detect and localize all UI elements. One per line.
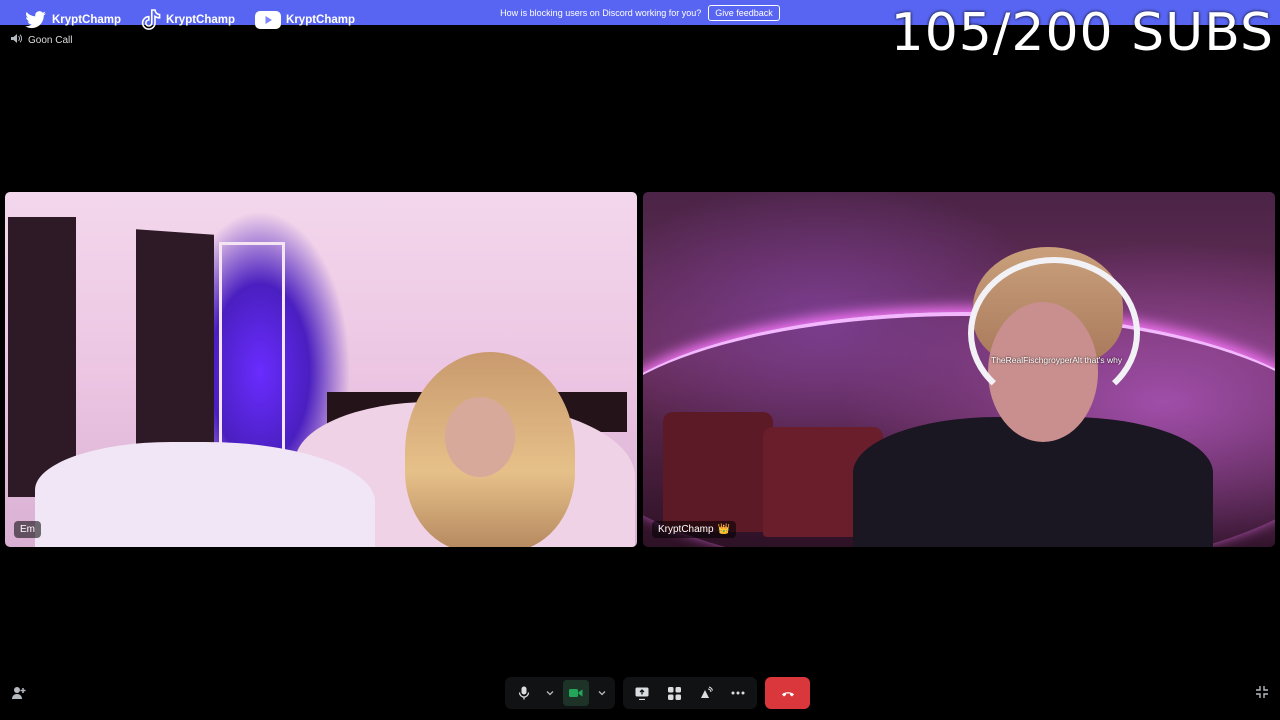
soundboard-icon[interactable] [693,680,719,706]
chevron-down-icon[interactable] [543,680,557,706]
screen-share-icon[interactable] [629,680,655,706]
social-youtube: KryptChamp [255,11,355,29]
name-tag-kryptchamp: KryptChamp 👑 [652,521,737,538]
seat-left [663,412,773,532]
actions-control-group [623,677,757,709]
hangup-icon [781,684,795,702]
invite-icon[interactable] [11,685,27,706]
participant-name: KryptChamp [658,524,714,535]
call-title-label: Goon Call [28,34,73,46]
twitter-icon [25,11,47,29]
person-left-face [445,397,515,477]
social-tiktok: KryptChamp [141,9,235,31]
chevron-down-icon[interactable] [595,680,609,706]
youtube-icon [255,11,282,29]
tiktok-handle: KryptChamp [166,14,236,26]
participant-name: Em [20,524,35,535]
call-controls [505,677,810,709]
twitter-handle: KryptChamp [52,14,122,26]
exit-fullscreen-icon[interactable] [1255,685,1269,704]
subs-counter: 105/200 SUBS [890,3,1274,63]
social-twitter: KryptChamp [25,11,121,29]
more-icon[interactable] [725,680,751,706]
social-handles: KryptChamp KryptChamp KryptChamp [25,9,355,31]
door-left [8,217,76,497]
crown-icon: 👑 [717,524,731,535]
speaker-icon [10,33,23,47]
video-tile-kryptchamp[interactable]: TheRealFischgroyperAlt that's why KryptC… [643,192,1275,547]
video-tile-em[interactable]: Em [5,192,637,547]
hangup-button[interactable] [765,677,810,709]
banner-text: How is blocking users on Discord working… [500,7,702,18]
camera-icon[interactable] [563,680,589,706]
call-title: Goon Call [10,33,72,47]
activities-icon[interactable] [661,680,687,706]
name-tag-em: Em [14,521,41,538]
overlay-chat-text: TheRealFischgroyperAlt that's why [991,355,1123,365]
mic-control-group [505,677,615,709]
microphone-icon[interactable] [511,680,537,706]
give-feedback-button[interactable]: Give feedback [708,4,780,21]
youtube-handle: KryptChamp [286,14,356,26]
tiktok-icon [141,9,161,31]
headphones [968,257,1140,409]
